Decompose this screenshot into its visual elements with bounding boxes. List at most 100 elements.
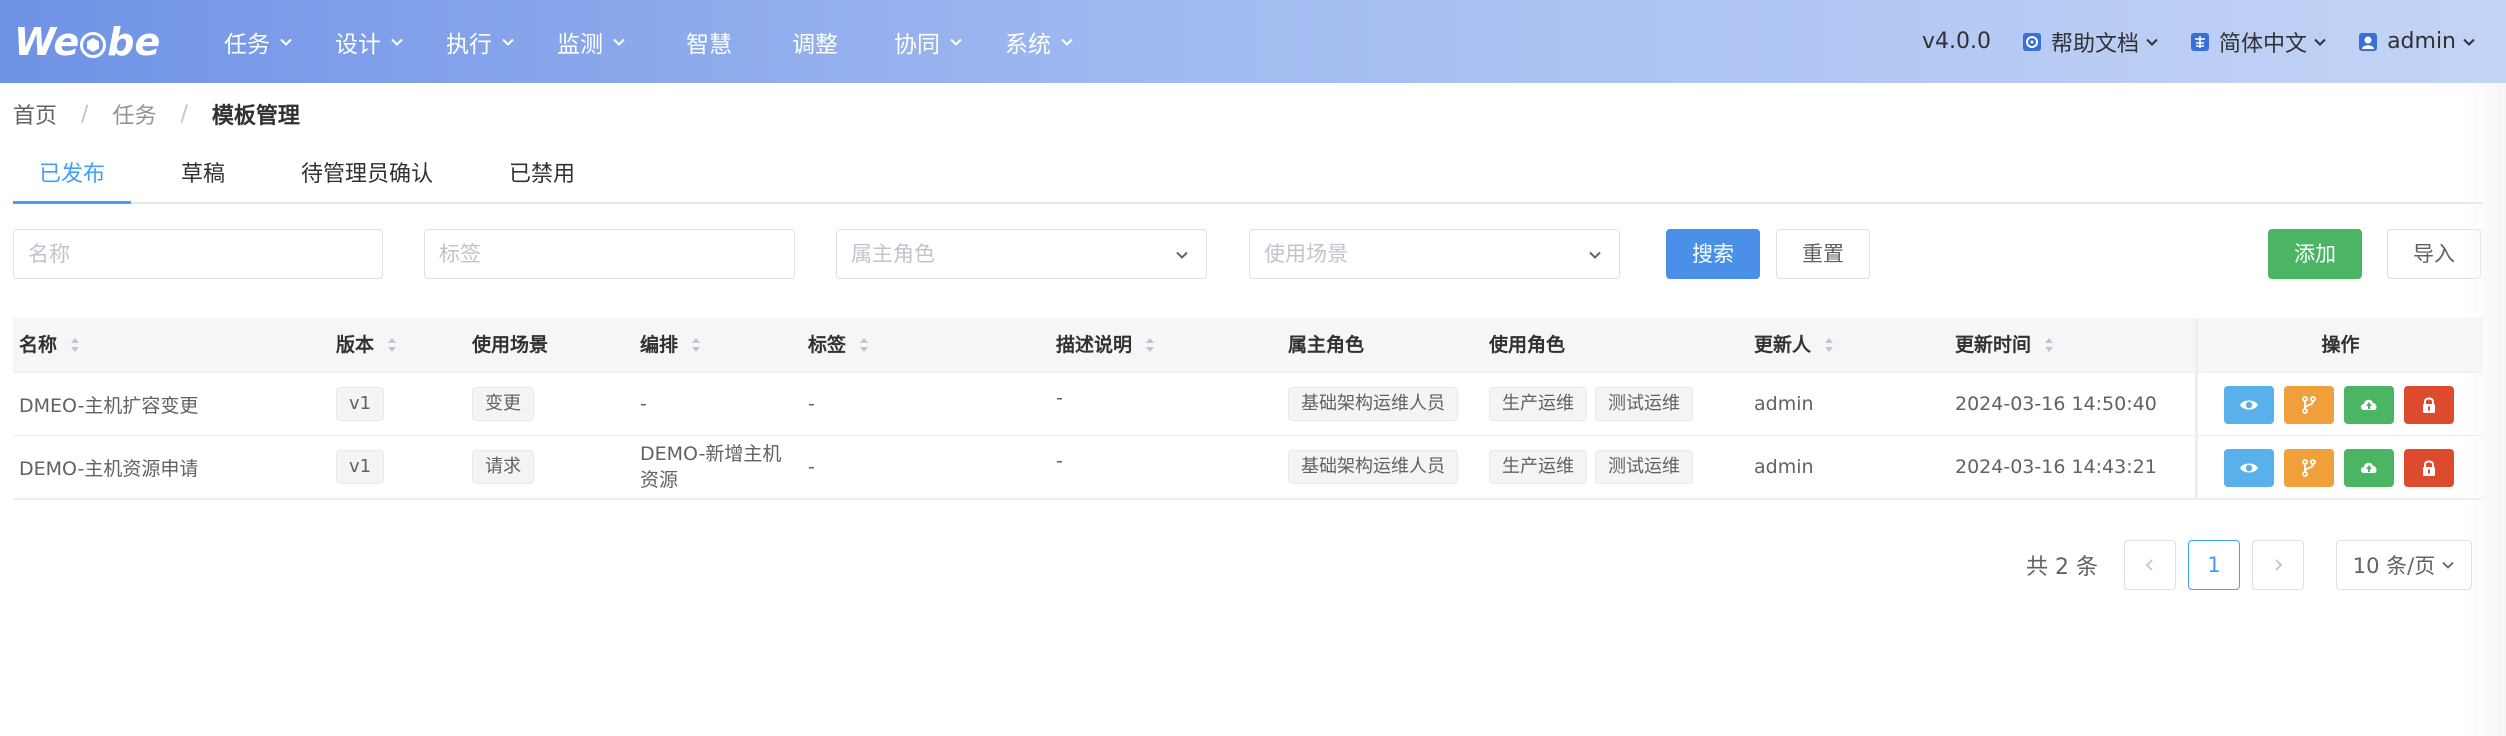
owner-role-select[interactable]: 属主角色 [836, 229, 1207, 279]
chevron-down-icon [1589, 251, 1601, 259]
sort-icon[interactable] [690, 335, 702, 355]
cell-owner-role: 基础架构运维人员 [1282, 373, 1483, 435]
breadcrumb-task[interactable]: 任务 [112, 98, 156, 130]
name-input[interactable]: 名称 [13, 229, 383, 279]
fork-button[interactable] [2284, 448, 2334, 487]
col-tags[interactable]: 标签 [802, 318, 1050, 372]
cell-updated-by: admin [1754, 393, 1814, 415]
nav-task[interactable]: 任务 [224, 0, 293, 83]
chevron-down-icon [613, 38, 625, 46]
col-updated-by[interactable]: 更新人 [1748, 318, 1949, 372]
cell-actions [2195, 436, 2483, 498]
col-version[interactable]: 版本 [330, 318, 466, 372]
cell-use-roles: 生产运维 测试运维 [1483, 436, 1748, 498]
col-use-role: 使用角色 [1483, 318, 1748, 372]
tab-published[interactable]: 已发布 [13, 150, 132, 204]
next-page-button[interactable] [2252, 540, 2304, 590]
user-label: admin [2387, 29, 2456, 54]
action-buttons [2195, 436, 2483, 499]
col-orchestration-label: 编排 [640, 334, 679, 356]
version-label: v4.0.0 [1922, 29, 1991, 54]
use-role-tag: 生产运维 [1489, 450, 1587, 484]
view-button[interactable] [2224, 448, 2274, 487]
tab-draft[interactable]: 草稿 [155, 150, 251, 202]
tab-pending-admin[interactable]: 待管理员确认 [275, 150, 459, 202]
col-updated-at-label: 更新时间 [1955, 334, 2032, 356]
nav-system[interactable]: 系统 [1005, 0, 1074, 83]
cell-version: v1 [330, 436, 466, 498]
view-button[interactable] [2224, 385, 2274, 424]
sort-icon[interactable] [386, 335, 398, 355]
nav-adjust[interactable]: 调整 [792, 0, 838, 83]
nav-collaborate[interactable]: 协同 [894, 0, 963, 83]
search-button[interactable]: 搜索 [1666, 229, 1760, 279]
template-table: 名称 版本 使用场景 编排 标签 描述说明 属主角色 使用角色 更新人 更新时间… [13, 318, 2483, 500]
cell-tags: - [808, 456, 815, 478]
sort-icon[interactable] [2043, 335, 2055, 355]
use-role-tag: 测试运维 [1595, 387, 1693, 421]
language-menu[interactable]: 简体中文 [2189, 26, 2327, 58]
filter-bar: 名称 标签 属主角色 使用场景 搜索 重置 添加 导入 [0, 229, 2506, 279]
scene-placeholder: 使用场景 [1264, 242, 1348, 266]
sort-icon[interactable] [1144, 335, 1156, 355]
nav-execute[interactable]: 执行 [446, 0, 515, 83]
add-button[interactable]: 添加 [2268, 229, 2362, 279]
tab-disabled[interactable]: 已禁用 [483, 150, 601, 202]
cell-orchestration[interactable]: DEMO-新增主机资源 [634, 436, 802, 498]
col-owner-role-label: 属主角色 [1288, 334, 1365, 356]
main-nav: 任务 设计 执行 监测 智慧 调整 协同 系统 [224, 0, 1116, 83]
nav-monitor[interactable]: 监测 [557, 0, 626, 83]
nav-wisdom[interactable]: 智慧 [686, 0, 732, 83]
template-status-tabs: 已发布 草稿 待管理员确认 已禁用 [13, 150, 2483, 204]
chevron-down-icon [2314, 38, 2326, 46]
header-right: v4.0.0 帮助文档 简体中文 admin [1922, 0, 2506, 83]
col-updated-by-label: 更新人 [1754, 334, 1812, 356]
breadcrumb-home[interactable]: 首页 [13, 98, 57, 130]
cell-updated-at: 2024-03-16 14:50:40 [1955, 393, 2157, 415]
sort-icon[interactable] [858, 335, 870, 355]
chevron-right-icon [2275, 559, 2283, 571]
col-name[interactable]: 名称 [13, 318, 330, 372]
prev-page-button[interactable] [2124, 540, 2176, 590]
chevron-down-icon [391, 38, 403, 46]
owner-role-tag: 基础架构运维人员 [1288, 450, 1458, 484]
use-role-tag: 测试运维 [1595, 450, 1693, 484]
nav-execute-label: 执行 [446, 31, 492, 58]
sort-icon[interactable] [1823, 335, 1835, 355]
col-owner-role: 属主角色 [1282, 318, 1483, 372]
fork-button[interactable] [2284, 385, 2334, 424]
cell-actions [2195, 373, 2483, 435]
export-button[interactable] [2344, 385, 2394, 424]
owner-role-tag: 基础架构运维人员 [1288, 387, 1458, 421]
cell-name: DEMO-主机资源申请 [19, 457, 199, 480]
sort-icon[interactable] [69, 335, 81, 355]
disable-button[interactable] [2404, 448, 2454, 487]
nav-monitor-label: 监测 [557, 31, 603, 58]
action-buttons [2195, 373, 2483, 436]
tag-input[interactable]: 标签 [424, 229, 795, 279]
nav-design[interactable]: 设计 [335, 0, 404, 83]
reset-button[interactable]: 重置 [1776, 229, 1870, 279]
page-size-select[interactable]: 10 条/页 [2336, 540, 2472, 590]
breadcrumb: 首页 / 任务 / 模板管理 [13, 98, 300, 130]
chevron-down-icon [2463, 38, 2475, 46]
help-docs-menu[interactable]: 帮助文档 [2021, 26, 2159, 58]
disable-button[interactable] [2404, 385, 2454, 424]
cell-name: DMEO-主机扩容变更 [19, 394, 199, 417]
user-menu[interactable]: admin [2357, 29, 2476, 54]
col-orchestration[interactable]: 编排 [634, 318, 802, 372]
wecube-logo[interactable]: We be [14, 19, 176, 65]
col-updated-at[interactable]: 更新时间 [1949, 318, 2189, 372]
version-tag: v1 [336, 450, 385, 484]
cloud-upload-icon [2361, 462, 2377, 473]
table-header: 名称 版本 使用场景 编排 标签 描述说明 属主角色 使用角色 更新人 更新时间… [13, 318, 2483, 372]
export-button[interactable] [2344, 448, 2394, 487]
scene-tag: 请求 [472, 450, 534, 484]
top-navbar: We be 任务 设计 执行 监测 智慧 调整 协同 系统 v4.0.0 帮助文档… [0, 0, 2506, 83]
col-description-label: 描述说明 [1056, 334, 1133, 356]
version-tag: v1 [336, 387, 385, 421]
page-button[interactable]: 1 [2188, 540, 2240, 590]
scene-select[interactable]: 使用场景 [1249, 229, 1620, 279]
col-description[interactable]: 描述说明 [1050, 318, 1282, 372]
cell-scene: 变更 [466, 373, 634, 435]
